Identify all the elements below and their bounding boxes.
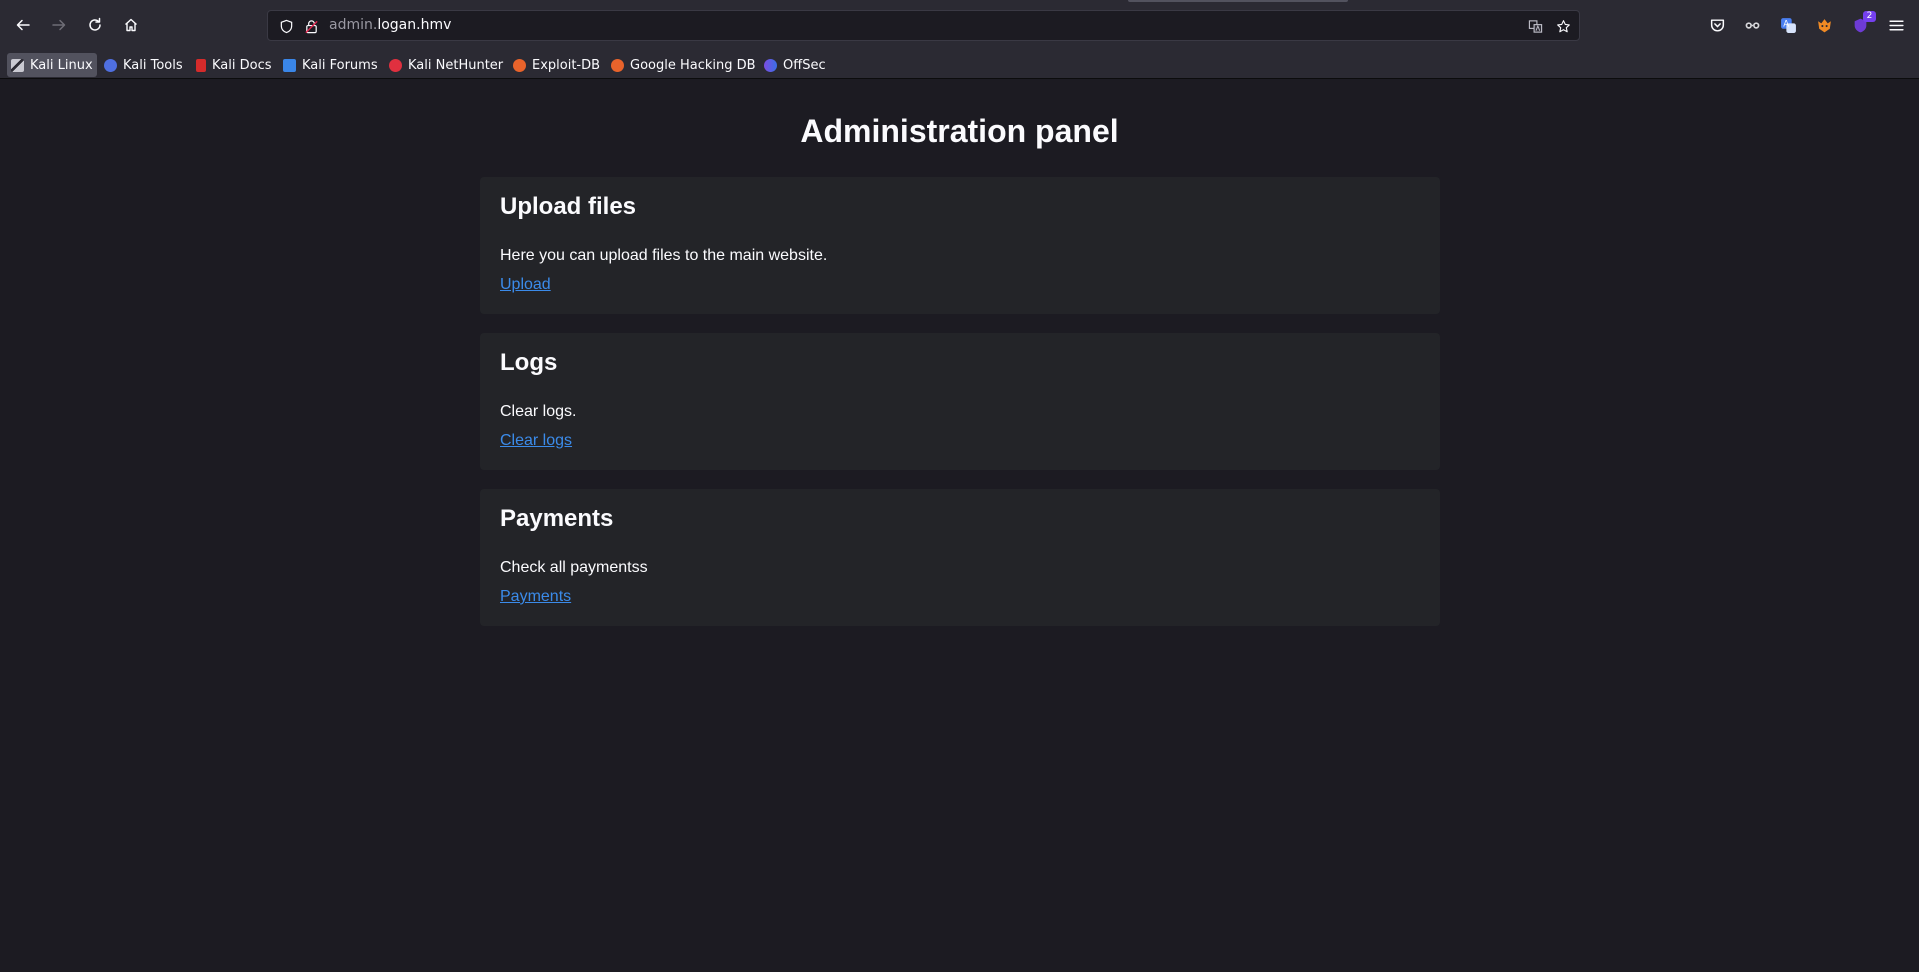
url-subdomain: admin. <box>329 17 378 33</box>
bookmark-label: OffSec <box>783 57 826 73</box>
address-bar[interactable]: admin.logan.hmv <box>267 10 1580 41</box>
section-upload-files: Upload files Here you can upload files t… <box>480 177 1440 314</box>
section-logs: Logs Clear logs. Clear logs <box>480 333 1440 470</box>
bookmark-kali-forums[interactable]: Kali Forums <box>279 53 382 77</box>
kali-dragon-icon <box>11 58 24 72</box>
extension-fox-button[interactable] <box>1813 14 1835 36</box>
arrow-right-icon <box>52 19 66 31</box>
svg-text:A: A <box>1783 19 1789 29</box>
section-description: Clear logs. <box>500 403 577 420</box>
home-button[interactable] <box>116 10 146 40</box>
forward-button[interactable] <box>44 10 74 40</box>
pocket-button[interactable] <box>1706 14 1728 36</box>
ghdb-icon <box>611 58 624 72</box>
section-heading: Payments <box>500 505 614 532</box>
browser-toolbar: admin.logan.hmv A 2 <box>0 0 1919 51</box>
bookmark-kali-linux[interactable]: Kali Linux <box>7 53 97 77</box>
section-description: Here you can upload files to the main we… <box>500 247 828 264</box>
extension-translate-button[interactable]: A <box>1777 14 1799 36</box>
bookmark-label: Kali Forums <box>302 57 378 73</box>
kali-tools-icon <box>104 58 117 72</box>
shield-icon[interactable] <box>278 18 294 34</box>
kali-forums-icon <box>283 58 296 72</box>
bookmark-label: Kali NetHunter <box>408 57 504 73</box>
url-text[interactable]: admin.logan.hmv <box>329 16 451 34</box>
bookmark-kali-nethunter[interactable]: Kali NetHunter <box>385 53 507 77</box>
bookmark-google-hacking-db[interactable]: Google Hacking DB <box>607 53 760 77</box>
reload-icon <box>89 17 101 31</box>
nethunter-icon <box>389 58 402 72</box>
lock-insecure-icon[interactable] <box>303 18 319 34</box>
kali-docs-icon <box>196 58 206 72</box>
bookmark-label: Exploit-DB <box>532 57 601 73</box>
mask-extension-icon <box>1745 21 1759 29</box>
hamburger-menu-icon <box>1888 20 1904 30</box>
translate-icon[interactable] <box>1527 18 1543 34</box>
section-payments: Payments Check all paymentss Payments <box>480 489 1440 626</box>
payments-link[interactable]: Payments <box>500 588 571 606</box>
bookmark-label: Kali Docs <box>212 57 272 73</box>
bookmark-star-icon[interactable] <box>1555 18 1571 34</box>
offsec-icon <box>764 58 777 72</box>
pocket-icon <box>1710 18 1724 32</box>
translate-extension-icon: A <box>1780 17 1796 33</box>
section-heading: Logs <box>500 349 558 376</box>
menu-button[interactable] <box>1885 14 1907 36</box>
page-content: Administration panel Upload files Here y… <box>0 79 1919 972</box>
url-host: logan.hmv <box>377 17 452 33</box>
bookmark-offsec[interactable]: OffSec <box>760 53 830 77</box>
extensions-button[interactable]: 2 <box>1849 11 1876 36</box>
extension-mask-button[interactable] <box>1741 14 1763 36</box>
exploit-db-icon <box>513 58 526 72</box>
reload-button[interactable] <box>80 10 110 40</box>
extensions-badge: 2 <box>1863 11 1876 22</box>
page-title: Administration panel <box>800 113 1119 149</box>
fox-extension-icon <box>1817 18 1831 32</box>
bookmark-label: Kali Tools <box>123 57 183 73</box>
upload-link[interactable]: Upload <box>500 276 551 294</box>
section-heading: Upload files <box>500 193 637 220</box>
section-description: Check all paymentss <box>500 559 648 576</box>
bookmark-label: Kali Linux <box>30 57 93 73</box>
back-button[interactable] <box>8 10 38 40</box>
bookmark-kali-docs[interactable]: Kali Docs <box>192 53 276 77</box>
bookmark-exploit-db[interactable]: Exploit-DB <box>509 53 604 77</box>
bookmarks-bar: Kali Linux Kali Tools Kali Docs Kali For… <box>0 51 1919 79</box>
bookmark-kali-tools[interactable]: Kali Tools <box>100 53 187 77</box>
tab-indicator <box>1128 0 1348 2</box>
clear-logs-link[interactable]: Clear logs <box>500 432 572 450</box>
home-icon <box>125 18 137 32</box>
bookmark-label: Google Hacking DB <box>630 57 756 73</box>
arrow-left-icon <box>16 19 30 31</box>
